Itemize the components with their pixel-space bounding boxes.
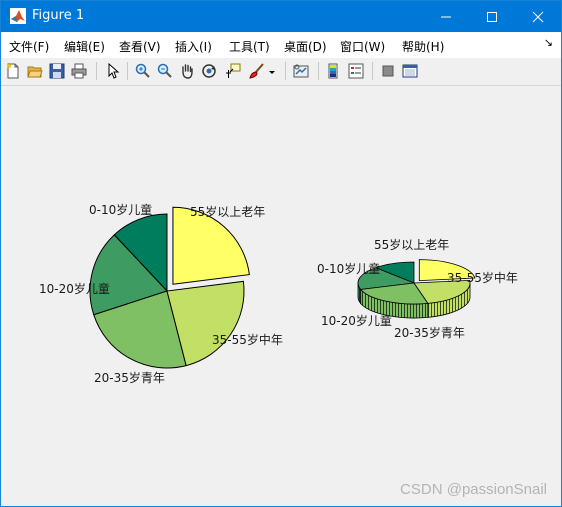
close-button[interactable] bbox=[515, 1, 561, 32]
pie-2d-label-35-55: 35-55岁中年 bbox=[212, 332, 283, 347]
pie-2d-label-10-20: 10-20岁儿童 bbox=[39, 281, 110, 296]
menu-view[interactable]: 查看(V) bbox=[119, 38, 161, 55]
toolbar-separator bbox=[96, 62, 97, 80]
brush-button[interactable] bbox=[247, 61, 267, 81]
rotate-3d-button[interactable] bbox=[199, 61, 219, 81]
legend-icon bbox=[348, 63, 364, 79]
title-bar[interactable]: Figure 1 bbox=[1, 1, 561, 32]
hide-plot-tools-button[interactable] bbox=[378, 61, 398, 81]
menu-overflow-chevron-icon[interactable]: ↘ bbox=[544, 36, 553, 49]
maximize-button[interactable] bbox=[469, 1, 515, 32]
pie-3d-label-35-55: 35-55岁中年 bbox=[447, 270, 518, 285]
figure-toolbar bbox=[1, 58, 561, 86]
pie-3d-label-10-20: 10-20岁儿童 bbox=[321, 313, 392, 328]
hide-plot-tools-icon bbox=[382, 65, 394, 77]
menu-tools[interactable]: 工具(T) bbox=[229, 38, 270, 55]
link-plot-button[interactable] bbox=[291, 61, 311, 81]
colorbar-button[interactable] bbox=[324, 61, 344, 81]
colorbar-icon bbox=[328, 63, 338, 79]
figure-canvas[interactable]: 0-10岁儿童 10-20岁儿童 20-35岁青年 35-55岁中年 55岁以上… bbox=[1, 86, 561, 506]
data-cursor-icon bbox=[226, 63, 241, 78]
open-file-icon bbox=[27, 66, 43, 78]
pointer-icon bbox=[108, 63, 120, 79]
menu-insert[interactable]: 插入(I) bbox=[175, 38, 212, 55]
show-plot-tools-button[interactable] bbox=[400, 61, 420, 81]
toolbar-separator bbox=[372, 62, 373, 80]
pan-hand-icon bbox=[182, 64, 193, 79]
pan-button[interactable] bbox=[177, 61, 197, 81]
zoom-in-icon bbox=[135, 63, 150, 78]
rotate-3d-icon bbox=[202, 64, 216, 78]
matlab-logo-icon bbox=[10, 8, 26, 24]
plot-area: 0-10岁儿童 10-20岁儿童 20-35岁青年 35-55岁中年 55岁以上… bbox=[39, 202, 518, 385]
menu-file[interactable]: 文件(F) bbox=[9, 38, 49, 55]
zoom-in-button[interactable] bbox=[133, 61, 153, 81]
figure-window: Figure 1 文件(F) 编辑(E) 查看(V) 插入(I) 工具(T) 桌… bbox=[0, 0, 562, 507]
legend-button[interactable] bbox=[346, 61, 366, 81]
link-plot-icon bbox=[293, 64, 309, 78]
print-button[interactable] bbox=[69, 61, 89, 81]
pie-2d-label-20-35: 20-35岁青年 bbox=[94, 370, 165, 385]
window-title: Figure 1 bbox=[32, 8, 85, 23]
brush-dropdown-button[interactable] bbox=[268, 61, 280, 81]
save-button[interactable] bbox=[47, 61, 67, 81]
new-figure-icon bbox=[7, 63, 19, 79]
print-icon bbox=[71, 63, 87, 79]
toolbar-separator bbox=[127, 62, 128, 80]
pie-3d-label-55plus: 55岁以上老年 bbox=[374, 237, 449, 252]
menu-help[interactable]: 帮助(H) bbox=[402, 38, 444, 55]
minimize-icon bbox=[441, 16, 451, 18]
open-file-button[interactable] bbox=[25, 61, 45, 81]
watermark-text: CSDN @passionSnail bbox=[400, 481, 547, 498]
menu-desktop[interactable]: 桌面(D) bbox=[284, 38, 327, 55]
show-plot-tools-icon bbox=[402, 64, 418, 78]
close-icon bbox=[532, 11, 544, 23]
pointer-button[interactable] bbox=[103, 61, 123, 81]
pie-2d-label-0-10: 0-10岁儿童 bbox=[89, 202, 152, 217]
pie-3d-label-0-10: 0-10岁儿童 bbox=[317, 261, 380, 276]
data-cursor-button[interactable] bbox=[223, 61, 243, 81]
toolbar-separator bbox=[285, 62, 286, 80]
maximize-icon bbox=[487, 12, 497, 22]
zoom-out-icon bbox=[157, 63, 172, 78]
brush-dropdown-icon bbox=[269, 71, 275, 74]
pie-3d-label-20-35: 20-35岁青年 bbox=[394, 325, 465, 340]
pie-2d-label-55plus: 55岁以上老年 bbox=[190, 204, 265, 219]
zoom-out-button[interactable] bbox=[155, 61, 175, 81]
brush-icon bbox=[249, 63, 264, 79]
menu-edit[interactable]: 编辑(E) bbox=[64, 38, 105, 55]
save-icon bbox=[49, 63, 65, 79]
menu-bar: 文件(F) 编辑(E) 查看(V) 插入(I) 工具(T) 桌面(D) 窗口(W… bbox=[1, 32, 561, 58]
menu-window[interactable]: 窗口(W) bbox=[340, 38, 385, 55]
toolbar-separator bbox=[318, 62, 319, 80]
new-figure-button[interactable] bbox=[3, 61, 23, 81]
minimize-button[interactable] bbox=[423, 1, 469, 32]
